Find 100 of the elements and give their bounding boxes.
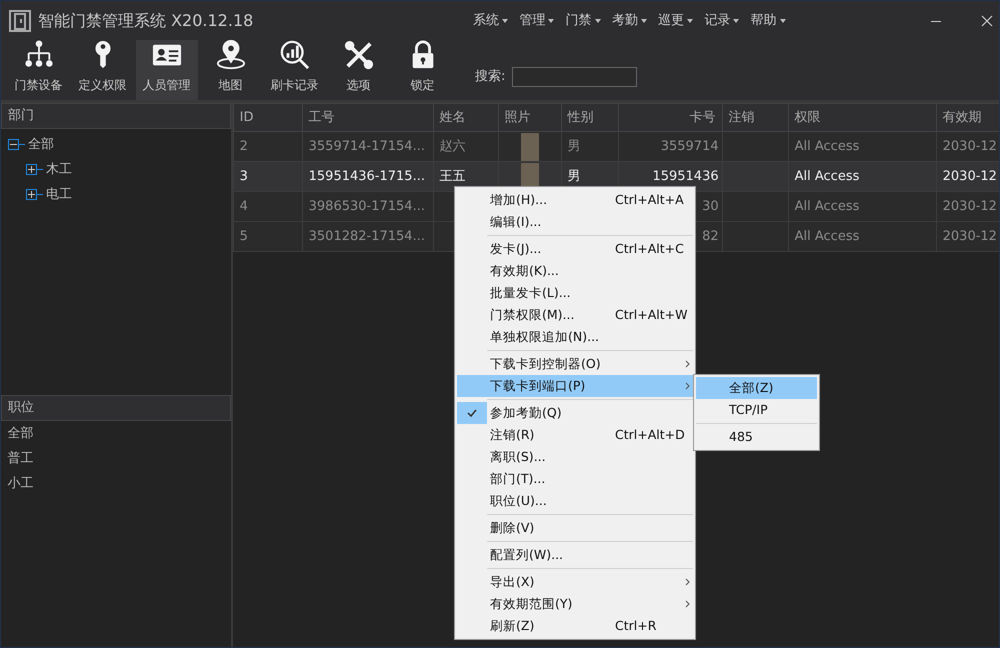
menu-item[interactable]: 批量发卡(L)...	[457, 282, 693, 304]
checkbox[interactable]	[457, 402, 487, 424]
column-header[interactable]: 姓名	[433, 104, 498, 132]
menu-item[interactable]: 配置列(W)...	[457, 544, 693, 566]
table-cell: 2030-12	[942, 228, 997, 244]
table-cell: 3986530-17154...	[308, 198, 425, 214]
table-cell: 2030-12	[942, 198, 997, 214]
caret-icon	[733, 18, 740, 23]
menu-item[interactable]: 有效期(K)...	[457, 260, 693, 282]
table-cell: 4	[240, 198, 248, 214]
table-cell: 3501282-17154...	[308, 228, 425, 244]
column-header[interactable]: 照片	[498, 104, 562, 132]
table-cell: All Access	[794, 228, 860, 244]
menu-item[interactable]: 下载卡到端口(P)	[457, 375, 693, 397]
list-item[interactable]: 全部	[1, 421, 231, 446]
table-cell: 2030-12	[942, 138, 997, 154]
column-header[interactable]: 工号	[302, 104, 434, 132]
window-title: 智能门禁管理系统 X20.12.18	[38, 10, 254, 32]
table-cell: 3559714-17154...	[308, 138, 425, 154]
table-cell: 2030-12	[942, 168, 997, 184]
table-cell: 男	[568, 138, 581, 154]
menu-item[interactable]: 巡更	[654, 11, 697, 31]
panel-header: 部门	[1, 103, 231, 129]
expand-toggle[interactable]	[26, 164, 36, 176]
list-item[interactable]: 小工	[1, 471, 231, 496]
list-item[interactable]: 普工	[1, 446, 231, 471]
door-icon	[8, 10, 32, 32]
menu-item[interactable]: 全部(Z)	[696, 377, 817, 399]
table-cell: 15951436	[652, 168, 719, 184]
menu-item[interactable]: 有效期范围(Y)	[457, 593, 693, 615]
column-header[interactable]: ID	[233, 104, 302, 132]
tools-icon	[342, 40, 374, 70]
caret-icon	[502, 18, 508, 23]
check-icon	[467, 409, 477, 417]
menu-item[interactable]: 离职(S)...	[457, 446, 693, 468]
expand-toggle[interactable]	[26, 189, 36, 200]
caret-icon	[640, 18, 647, 23]
table-cell: All Access	[794, 198, 860, 214]
plus-icon	[28, 166, 34, 174]
menu-item[interactable]: 门禁	[562, 11, 604, 31]
table-row[interactable]: 2 3559714-17154... 赵六 男 3559714 All Access 2030-12	[233, 132, 999, 162]
column-header[interactable]: 卡号	[618, 104, 722, 132]
menu-item[interactable]: 导出(X)	[457, 571, 693, 593]
collapse-toggle[interactable]	[8, 139, 18, 150]
table-cell: All Access	[794, 138, 860, 154]
caret-icon	[548, 18, 554, 23]
column-header[interactable]: 有效期	[936, 104, 999, 132]
table-cell: 3559714	[660, 138, 719, 154]
menu-item[interactable]: 下载卡到控制器(O)	[457, 353, 693, 375]
menu-item[interactable]: 考勤	[608, 11, 651, 31]
panel-header: 职位	[1, 395, 231, 421]
caret-icon	[687, 18, 693, 23]
magnifier-chart-icon	[278, 40, 310, 70]
table-cell: 30	[702, 198, 719, 214]
table-cell: All Access	[794, 168, 860, 184]
table-cell: 2	[240, 138, 248, 154]
table-cell: 82	[702, 228, 719, 244]
menu-item[interactable]: 增加(H)... Ctrl+Alt+A	[457, 189, 693, 211]
search-field[interactable]	[512, 67, 637, 87]
table-cell: 男	[568, 168, 581, 184]
toolbar-button[interactable]: 定义权限	[72, 40, 134, 100]
toolbar-button[interactable]: 选项	[328, 40, 390, 100]
table-cell: 15951436-1715...	[308, 168, 425, 184]
chevron-right-icon	[685, 578, 690, 586]
chevron-right-icon	[685, 360, 690, 368]
chevron-right-icon	[685, 600, 690, 608]
menu-item[interactable]: 编辑(I)...	[457, 211, 693, 233]
search-label: 搜索:	[475, 68, 506, 86]
menu-item[interactable]: 门禁权限(M)... Ctrl+Alt+W	[457, 304, 693, 326]
table-cell: 3	[240, 168, 248, 184]
menu-item[interactable]: 参加考勤(Q)	[457, 402, 693, 424]
photo-placeholder	[520, 132, 539, 160]
toolbar-button[interactable]: 门禁设备	[8, 40, 70, 100]
tree-item[interactable]: 全部	[28, 135, 54, 154]
tree-item[interactable]: 电工	[46, 185, 72, 204]
menu-item[interactable]: 刷新(Z) Ctrl+R	[457, 615, 693, 637]
menu-item[interactable]: 系统	[469, 11, 512, 31]
menu-item[interactable]: 帮助	[746, 11, 790, 31]
menu-item[interactable]: 管理	[515, 11, 558, 31]
menu-item[interactable]: 删除(V)	[457, 517, 693, 539]
menu-item[interactable]: 记录	[700, 11, 744, 31]
menu-item[interactable]: 单独权限追加(N)...	[457, 326, 693, 348]
table-cell: 王五	[440, 168, 466, 184]
toolbar-button[interactable]: 锁定	[392, 40, 454, 100]
table-row[interactable]: 3 15951436-1715... 王五 男 15951436 All Access 2030-12	[233, 162, 999, 192]
table-cell: 赵六	[440, 138, 466, 154]
close-icon	[980, 15, 992, 27]
menu-item[interactable]: 发卡(J)... Ctrl+Alt+C	[457, 238, 693, 260]
menu-item[interactable]: TCP/IP	[696, 399, 817, 421]
toolbar-button[interactable]: 刷卡记录	[264, 40, 326, 100]
column-header[interactable]: 性别	[561, 104, 618, 132]
menu-item[interactable]: 注销(R) Ctrl+Alt+D	[457, 424, 693, 446]
menu-item[interactable]: 职位(U)...	[457, 490, 693, 512]
toolbar-button[interactable]: 人员管理	[136, 40, 198, 100]
column-header[interactable]: 注销	[722, 104, 788, 132]
menu-item[interactable]: 485	[696, 426, 817, 448]
menu-item[interactable]: 部门(T)...	[457, 468, 693, 490]
column-header[interactable]: 权限	[788, 104, 936, 132]
toolbar-button[interactable]: 地图	[200, 40, 262, 100]
tree-item[interactable]: 木工	[46, 160, 72, 180]
